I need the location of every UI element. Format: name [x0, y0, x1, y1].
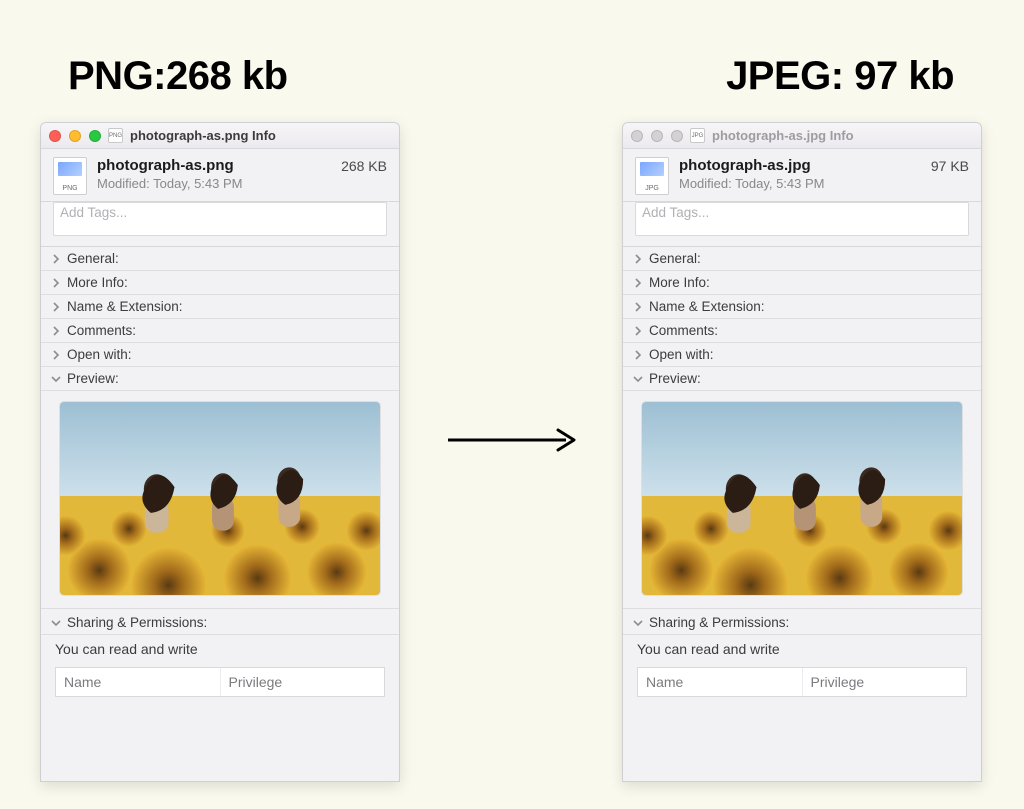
document-icon: JPG: [635, 157, 669, 195]
document-icon: PNG: [53, 157, 87, 195]
disclosure-more-info[interactable]: More Info:: [623, 271, 981, 295]
chevron-right-icon: [633, 254, 643, 264]
tags-section: Add Tags...: [623, 202, 981, 247]
titlebar: JPG photograph-as.jpg Info: [623, 123, 981, 149]
disclosure-preview[interactable]: Preview:: [41, 367, 399, 391]
arrow-right-icon: [446, 425, 586, 455]
zoom-icon[interactable]: [671, 130, 683, 142]
disclosure-open-with[interactable]: Open with:: [623, 343, 981, 367]
tags-input[interactable]: Add Tags...: [53, 202, 387, 236]
row-label: Sharing & Permissions:: [67, 615, 207, 630]
row-label: Comments:: [67, 323, 136, 338]
traffic-lights: [49, 130, 101, 142]
chevron-down-icon: [51, 374, 61, 384]
window-title: photograph-as.png Info: [130, 128, 276, 143]
perm-header-name: Name: [638, 668, 802, 696]
preview-image: [641, 401, 963, 596]
row-label: Open with:: [649, 347, 714, 362]
chevron-right-icon: [51, 350, 61, 360]
chevron-down-icon: [51, 618, 61, 628]
perm-header-name: Name: [56, 668, 220, 696]
preview-section: [623, 391, 981, 609]
disclosure-sharing[interactable]: Sharing & Permissions:: [623, 609, 981, 635]
chevron-right-icon: [51, 326, 61, 336]
disclosure-comments[interactable]: Comments:: [41, 319, 399, 343]
heading-jpeg: JPEG: 97 kb: [726, 54, 954, 99]
chevron-right-icon: [633, 350, 643, 360]
window-title: photograph-as.jpg Info: [712, 128, 854, 143]
chevron-down-icon: [633, 374, 643, 384]
file-icon: JPG: [690, 128, 705, 143]
disclosure-more-info[interactable]: More Info:: [41, 271, 399, 295]
file-name: photograph-as.jpg: [679, 157, 921, 174]
file-size: 268 KB: [341, 157, 387, 174]
row-label: Comments:: [649, 323, 718, 338]
row-label: More Info:: [649, 275, 710, 290]
file-summary: JPG photograph-as.jpg Modified: Today, 5…: [623, 149, 981, 202]
info-panel-jpg: JPG photograph-as.jpg Info JPG photograp…: [622, 122, 982, 782]
chevron-right-icon: [51, 302, 61, 312]
minimize-icon[interactable]: [69, 130, 81, 142]
perm-header-privilege: Privilege: [802, 668, 967, 696]
chevron-right-icon: [51, 278, 61, 288]
disclosure-preview[interactable]: Preview:: [623, 367, 981, 391]
info-panel-png: PNG photograph-as.png Info PNG photograp…: [40, 122, 400, 782]
tags-section: Add Tags...: [41, 202, 399, 247]
disclosure-general[interactable]: General:: [623, 247, 981, 271]
chevron-right-icon: [51, 254, 61, 264]
disclosure-name-extension[interactable]: Name & Extension:: [623, 295, 981, 319]
row-label: Open with:: [67, 347, 132, 362]
row-label: Preview:: [67, 371, 119, 386]
zoom-icon[interactable]: [89, 130, 101, 142]
preview-image: [59, 401, 381, 596]
chevron-down-icon: [633, 618, 643, 628]
disclosure-open-with[interactable]: Open with:: [41, 343, 399, 367]
disclosure-comments[interactable]: Comments:: [623, 319, 981, 343]
row-label: Sharing & Permissions:: [649, 615, 789, 630]
disclosure-general[interactable]: General:: [41, 247, 399, 271]
file-summary: PNG photograph-as.png Modified: Today, 5…: [41, 149, 399, 202]
traffic-lights: [631, 130, 683, 142]
row-label: General:: [649, 251, 701, 266]
permissions-table: Name Privilege: [637, 667, 967, 697]
row-label: Preview:: [649, 371, 701, 386]
file-modified: Modified: Today, 5:43 PM: [97, 176, 331, 191]
disclosure-name-extension[interactable]: Name & Extension:: [41, 295, 399, 319]
row-label: Name & Extension:: [649, 299, 765, 314]
row-label: Name & Extension:: [67, 299, 183, 314]
row-label: More Info:: [67, 275, 128, 290]
preview-section: [41, 391, 399, 609]
disclosure-sharing[interactable]: Sharing & Permissions:: [41, 609, 399, 635]
close-icon[interactable]: [631, 130, 643, 142]
row-label: General:: [67, 251, 119, 266]
permissions-table: Name Privilege: [55, 667, 385, 697]
minimize-icon[interactable]: [651, 130, 663, 142]
file-size: 97 KB: [931, 157, 969, 174]
file-modified: Modified: Today, 5:43 PM: [679, 176, 921, 191]
chevron-right-icon: [633, 326, 643, 336]
file-name: photograph-as.png: [97, 157, 331, 174]
chevron-right-icon: [633, 278, 643, 288]
sharing-description: You can read and write: [623, 635, 981, 667]
sharing-description: You can read and write: [41, 635, 399, 667]
tags-input[interactable]: Add Tags...: [635, 202, 969, 236]
titlebar: PNG photograph-as.png Info: [41, 123, 399, 149]
close-icon[interactable]: [49, 130, 61, 142]
heading-png: PNG:268 kb: [68, 54, 288, 99]
file-icon: PNG: [108, 128, 123, 143]
chevron-right-icon: [633, 302, 643, 312]
perm-header-privilege: Privilege: [220, 668, 385, 696]
